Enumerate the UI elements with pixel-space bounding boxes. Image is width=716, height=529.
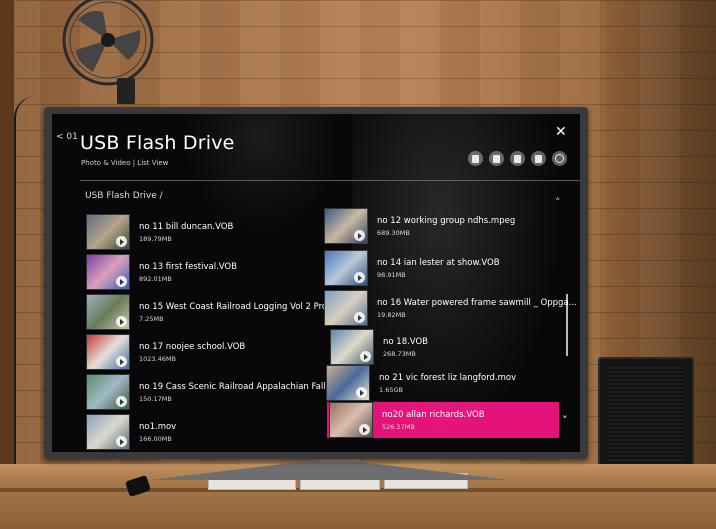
file-item[interactable]: no 21 vic forest liz langford.mov 1.65GB (326, 365, 516, 401)
close-button[interactable]: ✕ (555, 124, 567, 140)
play-icon (354, 272, 365, 283)
video-thumbnail (329, 402, 373, 438)
file-size: 1.65GB (379, 385, 403, 394)
play-icon (116, 396, 127, 407)
wooden-post (0, 0, 14, 529)
file-name: no1.mov (139, 421, 177, 432)
file-size: 268.73MB (383, 349, 416, 358)
file-name: no 12 working group ndhs.mpeg (377, 215, 516, 226)
copy-icon[interactable] (531, 151, 546, 166)
search-icon[interactable] (552, 151, 567, 166)
file-item[interactable]: no 11 bill duncan.VOB 189.79MB (86, 214, 233, 250)
file-size: 526.27MB (382, 422, 415, 431)
file-item[interactable]: no 12 working group ndhs.mpeg 689.30MB (324, 208, 515, 244)
file-name: no20 allan richards.VOB (382, 409, 485, 420)
file-name: no 13 first festival.VOB (139, 261, 237, 272)
file-name: no 18.VOB (383, 336, 428, 347)
video-thumbnail (86, 254, 130, 290)
video-thumbnail (86, 294, 130, 330)
wall-fan-icon (62, 0, 154, 86)
file-item[interactable]: no 13 first festival.VOB 892.01MB (86, 254, 237, 290)
video-thumbnail (324, 208, 368, 244)
play-icon (116, 436, 127, 447)
video-thumbnail (86, 414, 130, 450)
file-size: 1023.46MB (139, 354, 176, 363)
video-thumbnail (324, 290, 368, 326)
speaker (598, 357, 694, 471)
play-icon (116, 276, 127, 287)
file-item[interactable]: no 17 noojee school.VOB 1023.46MB (86, 334, 245, 370)
file-size: 689.30MB (377, 228, 410, 237)
play-icon (354, 230, 365, 241)
tv-stand (150, 462, 510, 480)
file-size: 892.01MB (139, 274, 172, 283)
file-size: 19.82MB (377, 310, 406, 319)
video-thumbnail (324, 250, 368, 286)
file-name: no 11 bill duncan.VOB (139, 221, 234, 232)
play-icon (116, 236, 127, 247)
file-name: no 17 noojee school.VOB (139, 341, 246, 352)
power-cable (14, 96, 36, 516)
sort-icon[interactable] (489, 151, 504, 166)
file-size: 189.79MB (139, 234, 172, 243)
page-title: USB Flash Drive (80, 132, 235, 154)
tv-screen: < 01 USB Flash Drive Photo & Video | Lis… (52, 114, 580, 452)
file-item[interactable]: no 14 ian lester at show.VOB 98.91MB (324, 250, 500, 286)
select-icon[interactable] (510, 151, 525, 166)
play-icon (354, 312, 365, 323)
video-thumbnail (330, 329, 374, 365)
file-item[interactable]: no 19 Cass Scenic Railroad Appalachian F… (86, 374, 340, 410)
play-icon (360, 351, 371, 362)
file-item[interactable]: no 16 Water powered frame sawmill _ Oppg… (324, 290, 577, 326)
file-name: no 21 vic forest liz langford.mov (379, 372, 517, 383)
file-name: no 16 Water powered frame sawmill _ Oppg… (377, 297, 577, 308)
video-thumbnail (86, 374, 130, 410)
play-icon (356, 387, 367, 398)
header-divider (80, 180, 580, 181)
file-item[interactable]: no 18.VOB 268.73MB (330, 329, 428, 365)
play-icon (359, 424, 370, 435)
back-button[interactable]: < 01 (56, 132, 78, 142)
file-size: 150.17MB (139, 394, 172, 403)
file-size: 166.00MB (139, 434, 172, 443)
file-item[interactable]: no1.mov 166.00MB (86, 414, 176, 450)
file-name: no 14 ian lester at show.VOB (377, 257, 500, 268)
file-size: 7.25MB (139, 314, 164, 323)
video-thumbnail (86, 214, 130, 250)
video-thumbnail (86, 334, 130, 370)
file-name: no 19 Cass Scenic Railroad Appalachian F… (139, 381, 340, 392)
view-mode-label[interactable]: Photo & Video | List View (81, 159, 168, 167)
video-thumbnail (326, 365, 370, 401)
scroll-up-button[interactable]: ˄ (555, 196, 561, 209)
breadcrumb[interactable]: USB Flash Drive / (85, 191, 163, 201)
file-name: no 15 West Coast Railroad Logging Vol 2 … (139, 301, 336, 312)
play-icon (116, 316, 127, 327)
file-size: 98.91MB (377, 270, 406, 279)
toolbar (468, 151, 567, 166)
fan-mount (117, 78, 135, 104)
file-item[interactable]: no 15 West Coast Railroad Logging Vol 2 … (86, 294, 335, 330)
view-icon[interactable] (468, 151, 483, 166)
play-icon (116, 356, 127, 367)
file-item-selected[interactable]: no20 allan richards.VOB 526.27MB (327, 402, 559, 438)
scroll-down-button[interactable]: ˅ (562, 414, 568, 427)
